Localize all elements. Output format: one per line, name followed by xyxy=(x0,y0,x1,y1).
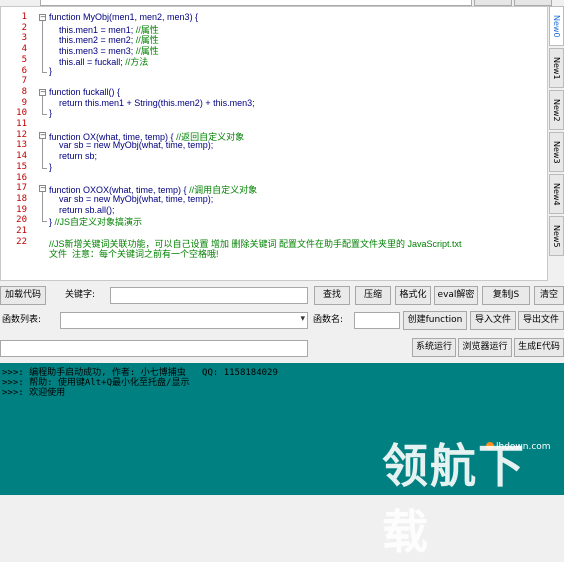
copy-js-button[interactable]: 复制JS xyxy=(482,286,530,305)
fold-toggle-icon[interactable]: − xyxy=(39,131,46,139)
clear-button[interactable]: 清空 xyxy=(534,286,564,305)
eval-decrypt-button[interactable]: eval解密 xyxy=(434,286,478,305)
tab-new1[interactable]: New1 xyxy=(549,48,564,88)
code-line: this.all = fuckall; //方法 xyxy=(49,56,149,67)
tab-label: New0 xyxy=(552,15,561,38)
tab-new2[interactable]: New2 xyxy=(549,90,564,130)
code-line: function fuckall() { xyxy=(49,86,121,97)
watermark-text: 领航下载 xyxy=(382,439,526,559)
fold-end xyxy=(42,221,47,223)
code-line: } //JS自定义对象搞演示 xyxy=(49,217,143,228)
function-list-select[interactable]: ▾ xyxy=(60,312,308,329)
code-line-wrap: 文件 注意：每个关键词之前有一个空格哦! xyxy=(49,249,219,260)
export-file-button[interactable]: 导出文件 xyxy=(518,311,564,330)
line-number: 10 xyxy=(16,108,27,119)
line-number: 8 xyxy=(21,86,27,97)
load-code-button[interactable]: 加载代码 xyxy=(0,286,46,305)
command-input[interactable] xyxy=(0,340,308,357)
browser-run-button[interactable]: 浏览器运行 xyxy=(458,338,512,357)
code-line: return this.men1 + String(this.men2) + t… xyxy=(49,97,255,108)
function-list-label: 函数列表: xyxy=(2,315,42,325)
tab-new5[interactable]: New5 xyxy=(549,216,564,256)
tab-new0[interactable]: New0 xyxy=(549,6,564,46)
function-name-label: 函数名: xyxy=(313,315,344,325)
line-number: 15 xyxy=(16,161,27,172)
line-number: 14 xyxy=(16,151,27,162)
line-number: 19 xyxy=(16,204,27,215)
line-number: 6 xyxy=(21,65,27,76)
format-button[interactable]: 格式化 xyxy=(395,286,431,305)
tab-new3[interactable]: New3 xyxy=(549,132,564,172)
fold-line xyxy=(42,138,43,168)
tab-label: New1 xyxy=(552,57,561,80)
line-number: 2 xyxy=(21,22,27,33)
toolbar-row-2: 函数列表: ▾ 函数名: 创建function 导入文件 导出文件 xyxy=(0,311,564,333)
line-number: 22 xyxy=(16,236,27,247)
line-number: 7 xyxy=(21,76,27,87)
code-line: return sb.all(); xyxy=(49,204,115,215)
fold-toggle-icon[interactable]: − xyxy=(39,88,46,96)
line-number: 1 xyxy=(21,12,27,22)
code-editor[interactable]: 1 function MyObj(men1, men2, men3) { 2 thi… xyxy=(0,6,548,281)
fold-line xyxy=(42,95,43,115)
tab-label: New5 xyxy=(552,225,561,248)
line-number: 13 xyxy=(16,140,27,151)
line-number: 16 xyxy=(16,172,27,183)
line-number: 18 xyxy=(16,193,27,204)
tab-label: New3 xyxy=(552,141,561,164)
chevron-down-icon: ▾ xyxy=(300,314,305,324)
fold-toggle-icon[interactable]: − xyxy=(39,14,46,21)
line-number: 4 xyxy=(21,44,27,55)
fold-end xyxy=(42,167,47,169)
code-line: } xyxy=(49,108,53,119)
find-button[interactable]: 查找 xyxy=(314,286,350,305)
keyword-label: 关键字: xyxy=(65,290,96,300)
fold-end xyxy=(42,71,47,73)
create-function-button[interactable]: 创建function xyxy=(403,311,467,330)
side-tab-bar: New0 New1 New2 New3 New4 New5 xyxy=(549,6,564,281)
line-number: 5 xyxy=(21,54,27,65)
fold-line xyxy=(42,192,43,222)
fold-end xyxy=(42,114,47,116)
import-file-button[interactable]: 导入文件 xyxy=(470,311,516,330)
console-line: >>>: 欢迎使用 xyxy=(2,388,66,398)
line-number: 12 xyxy=(16,129,27,140)
code-line: var sb = new MyObj(what, time, temp); xyxy=(49,193,214,204)
tab-new4[interactable]: New4 xyxy=(549,174,564,214)
code-line: return sb; xyxy=(49,151,98,162)
line-number: 20 xyxy=(16,215,27,226)
fold-line xyxy=(42,21,43,72)
code-line: } xyxy=(49,161,53,172)
tab-label: New2 xyxy=(552,99,561,122)
keyword-input[interactable] xyxy=(110,287,308,304)
compress-button[interactable]: 压缩 xyxy=(355,286,391,305)
code-line: var sb = new MyObj(what, time, temp); xyxy=(49,140,214,151)
code-line: } xyxy=(49,65,53,76)
toolbar-row-1: 加载代码 关键字: 查找 压缩 格式化 eval解密 复制JS 清空 xyxy=(0,286,564,308)
tab-label: New4 xyxy=(552,183,561,206)
generate-e-code-button[interactable]: 生成E代码 xyxy=(514,338,564,357)
line-number: 21 xyxy=(16,226,27,236)
line-number: 3 xyxy=(21,33,27,44)
line-number: 11 xyxy=(16,119,27,129)
toolbar-row-3: 系统运行 浏览器运行 生成E代码 xyxy=(0,338,564,360)
code-line: function MyObj(men1, men2, men3) { xyxy=(49,12,199,22)
line-number: 9 xyxy=(21,97,27,108)
fold-toggle-icon[interactable]: − xyxy=(39,185,46,193)
line-number: 17 xyxy=(16,183,27,194)
function-name-input[interactable] xyxy=(354,312,400,329)
system-run-button[interactable]: 系统运行 xyxy=(412,338,456,357)
